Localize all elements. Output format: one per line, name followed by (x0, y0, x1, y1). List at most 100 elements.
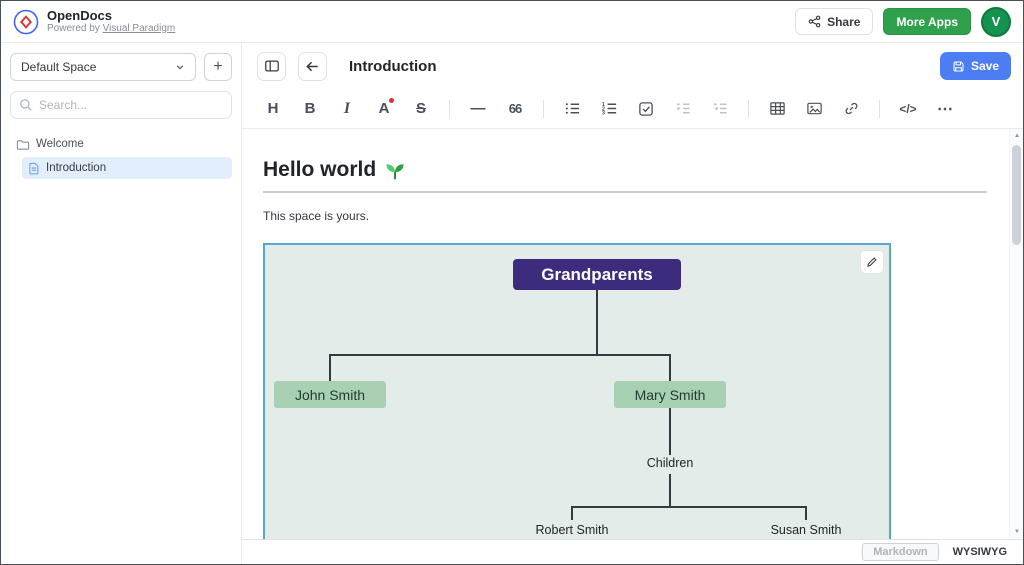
family-tree-diagram[interactable]: Grandparents John Smith Mary Smith Child… (263, 243, 891, 539)
table-button[interactable] (762, 94, 792, 124)
save-button[interactable]: Save (940, 52, 1011, 80)
pencil-icon (866, 256, 878, 268)
brand: OpenDocs Powered by Visual Paradigm (13, 9, 175, 35)
editor-content: Hello world This space is yours. Grandpa… (242, 129, 1023, 539)
indent-icon (675, 100, 692, 117)
topbar-actions: Share More Apps V (795, 7, 1011, 37)
indent-button[interactable] (668, 94, 698, 124)
toolbar-divider (543, 100, 544, 118)
toolbar-divider (748, 100, 749, 118)
font-color-button[interactable]: A (369, 94, 399, 124)
brand-text: OpenDocs Powered by Visual Paradigm (47, 9, 175, 35)
page-title: Introduction (349, 58, 436, 75)
add-space-button[interactable]: + (204, 53, 232, 81)
color-dot-icon (389, 98, 394, 103)
link-button[interactable] (836, 94, 866, 124)
image-icon (806, 100, 823, 117)
diagram-node-john-smith: John Smith (274, 381, 386, 408)
share-icon (808, 15, 821, 28)
sidebar-item-introduction[interactable]: Introduction (22, 157, 232, 179)
sidebar-item-label: Introduction (46, 162, 106, 174)
toggle-sidebar-button[interactable] (257, 52, 286, 81)
sidebar-item-welcome[interactable]: Welcome (10, 133, 232, 155)
heading-divider (263, 191, 987, 193)
toolbar-divider (449, 100, 450, 118)
share-button[interactable]: Share (795, 8, 873, 35)
diagram-connector (571, 506, 573, 520)
document-icon (28, 162, 40, 175)
back-button[interactable] (298, 52, 327, 81)
diagram-connector (329, 354, 331, 381)
task-list-button[interactable] (631, 94, 661, 124)
folder-icon (16, 138, 30, 151)
save-icon (952, 60, 965, 73)
bold-button[interactable]: B (295, 94, 325, 124)
document-heading: Hello world (263, 155, 987, 185)
diagram-label-susan-smith: Susan Smith (745, 523, 867, 537)
vertical-scrollbar[interactable]: ▲ ▼ (1009, 129, 1023, 539)
markdown-mode-button[interactable]: Markdown (862, 543, 938, 561)
search-box (10, 91, 232, 119)
user-avatar[interactable]: V (981, 7, 1011, 37)
more-options-button[interactable]: ⋯ (930, 94, 960, 124)
link-icon (843, 100, 860, 117)
diagram-node-mary-smith: Mary Smith (614, 381, 726, 408)
main-area: Introduction Save H B I A S — 66 (242, 43, 1023, 564)
top-header: OpenDocs Powered by Visual Paradigm Shar… (1, 1, 1023, 43)
outdent-icon (712, 100, 729, 117)
diagram-connector (669, 354, 671, 381)
horizontal-rule-button[interactable]: — (463, 94, 493, 124)
strikethrough-button[interactable]: S (406, 94, 436, 124)
body-row: Default Space + Welcome Introduction (1, 43, 1023, 564)
code-button[interactable]: </> (893, 94, 923, 124)
document-paragraph: This space is yours. (263, 209, 987, 223)
status-bar: Markdown WYSIWYG (242, 539, 1023, 564)
font-color-label: A (379, 100, 390, 117)
diagram-node-grandparents: Grandparents (513, 259, 681, 290)
opendocs-window: OpenDocs Powered by Visual Paradigm Shar… (0, 0, 1024, 565)
checkbox-icon (638, 101, 654, 117)
wysiwyg-mode-button[interactable]: WYSIWYG (953, 546, 1007, 558)
svg-text:3: 3 (601, 111, 604, 117)
image-button[interactable] (799, 94, 829, 124)
chevron-down-icon (175, 63, 185, 71)
space-selector[interactable]: Default Space (10, 53, 196, 81)
table-icon (769, 100, 786, 117)
diagram-label-robert-smith: Robert Smith (511, 523, 633, 537)
heading-button[interactable]: H (258, 94, 288, 124)
scrollbar-thumb[interactable] (1012, 145, 1021, 245)
diagram-connector (805, 506, 807, 520)
powered-by-text: Powered by (47, 23, 100, 34)
save-label: Save (971, 59, 999, 73)
space-row: Default Space + (10, 53, 232, 81)
diagram-label-children: Children (620, 456, 720, 470)
opendocs-logo-icon (13, 9, 39, 35)
space-selector-label: Default Space (21, 60, 96, 74)
italic-button[interactable]: I (332, 94, 362, 124)
ordered-list-button[interactable]: 123 (594, 94, 624, 124)
diagram-connector (669, 474, 671, 506)
bullet-list-icon (564, 100, 581, 117)
blockquote-button[interactable]: 66 (500, 94, 530, 124)
diagram-connector (669, 408, 671, 455)
more-apps-button[interactable]: More Apps (883, 8, 971, 35)
search-icon (19, 98, 33, 112)
sidebar: Default Space + Welcome Introduction (1, 43, 242, 564)
outdent-button[interactable] (705, 94, 735, 124)
scroll-up-arrow[interactable]: ▲ (1010, 130, 1023, 142)
panel-layout-icon (264, 58, 280, 74)
format-toolbar: H B I A S — 66 123 (242, 89, 1023, 129)
visual-paradigm-link[interactable]: Visual Paradigm (103, 23, 176, 34)
toolbar-divider (879, 100, 880, 118)
app-name: OpenDocs (47, 9, 175, 23)
page-tree: Welcome Introduction (10, 133, 232, 179)
sidebar-item-label: Welcome (36, 138, 84, 150)
arrow-left-icon (305, 59, 320, 74)
edit-diagram-button[interactable] (861, 251, 883, 273)
scroll-down-arrow[interactable]: ▼ (1010, 526, 1023, 538)
bullet-list-button[interactable] (557, 94, 587, 124)
search-input[interactable] (39, 98, 223, 112)
diagram-connector (571, 506, 807, 508)
share-label: Share (827, 15, 860, 29)
ordered-list-icon: 123 (601, 100, 618, 117)
